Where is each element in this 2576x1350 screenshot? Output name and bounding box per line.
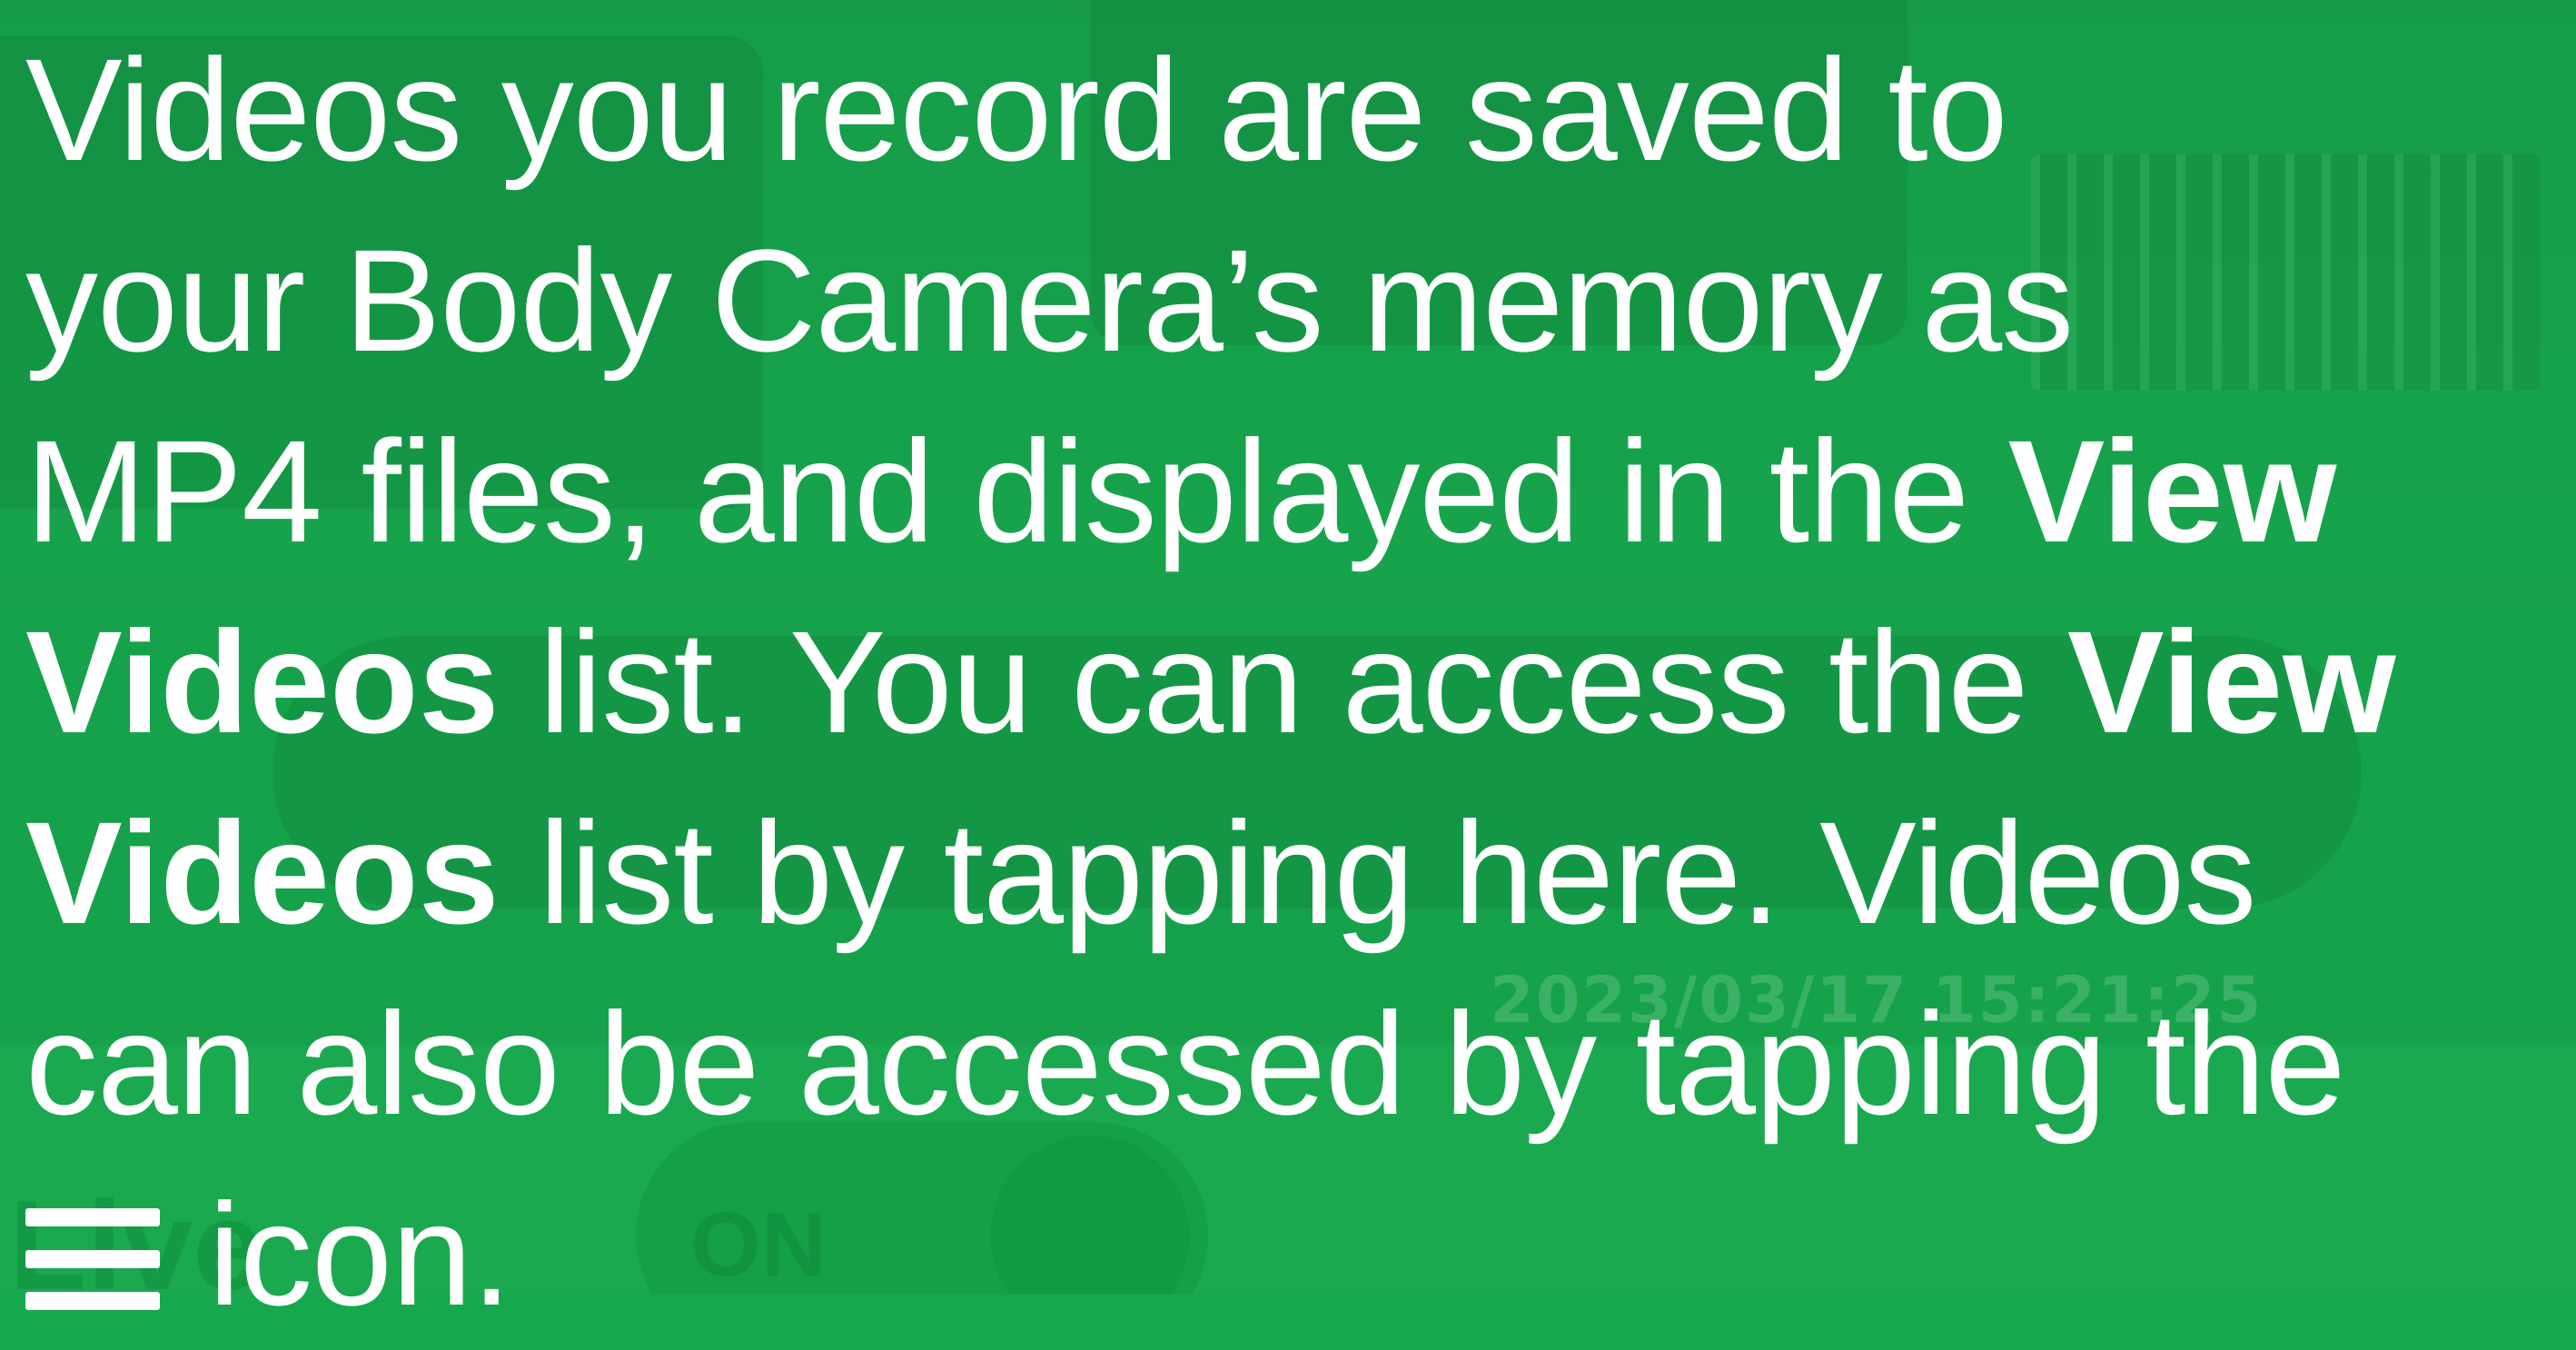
- tutorial-line-2: your Body Camera’s memory as: [25, 219, 2074, 382]
- tutorial-message: Videos you record are saved to your Body…: [25, 15, 2569, 1350]
- view-videos-term-1a: View: [2007, 410, 2337, 572]
- tutorial-line-6: can also be accessed by tapping the: [25, 982, 2345, 1145]
- tutorial-line-4-text: list. You can access the: [499, 601, 2067, 763]
- tutorial-line-1: Videos you record are saved to: [25, 28, 2008, 191]
- view-videos-term-1b: Videos: [25, 601, 500, 763]
- view-videos-term-2b: Videos: [25, 791, 500, 954]
- hamburger-menu-icon: [25, 1208, 160, 1310]
- view-videos-term-2a: View: [2066, 601, 2396, 763]
- tutorial-line-7-text: icon.: [169, 1173, 511, 1335]
- tutorial-line-5-text: list by tapping here. Videos: [499, 791, 2256, 954]
- tutorial-line-3-text: MP4 files, and displayed in the: [25, 410, 2008, 572]
